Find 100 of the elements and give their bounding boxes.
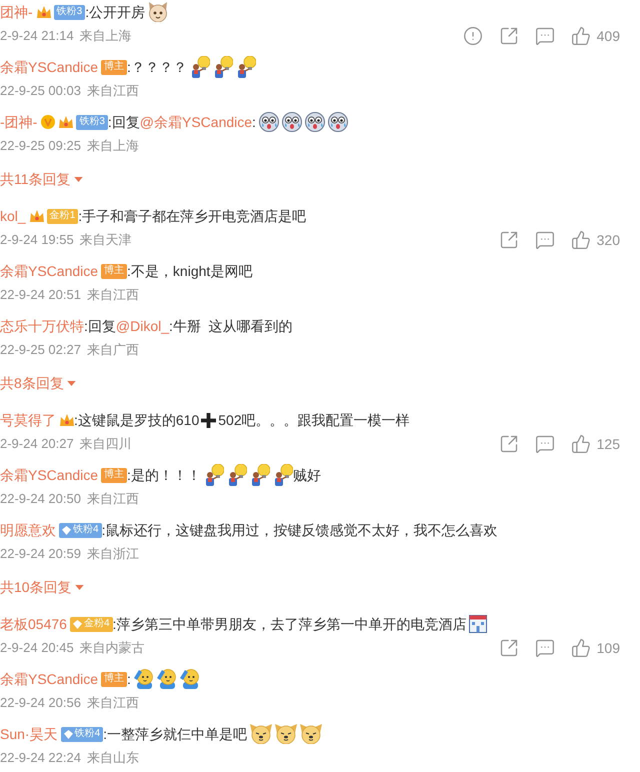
building-icon — [469, 615, 488, 633]
username-link[interactable]: 余霜YSCandice — [0, 56, 98, 78]
crown-icon — [60, 414, 74, 426]
like-button[interactable]: 409 — [570, 26, 620, 46]
comment-time: 2-9-24 20:27 — [0, 435, 74, 454]
comment-location: 来自天津 — [80, 231, 132, 250]
comment-location: 来自江西 — [86, 286, 139, 304]
lightbulb-figure-icon — [204, 464, 224, 486]
comment-text: : — [252, 112, 256, 132]
username-link[interactable]: 余霜YSCandice — [0, 668, 98, 690]
comment-button[interactable] — [534, 26, 555, 46]
username-link[interactable]: 态乐十万伏特 — [0, 316, 84, 336]
like-button[interactable]: 320 — [570, 230, 620, 250]
comment-time: 22-9-24 20:51 — [0, 286, 81, 304]
comment-button[interactable] — [534, 434, 555, 454]
username-link[interactable]: -团神- — [0, 112, 38, 132]
caret-down-icon — [66, 380, 76, 386]
like-button[interactable]: 109 — [570, 638, 620, 658]
diamond-icon — [64, 730, 73, 738]
diamond-icon — [62, 526, 71, 534]
comment-button[interactable] — [534, 230, 555, 250]
comment-time: 22-9-24 20:56 — [0, 694, 81, 712]
comment-text: :回复 — [84, 316, 116, 336]
thumbs-up-icon — [570, 230, 591, 250]
comment-location: 来自江西 — [86, 490, 139, 508]
comment-location: 来自内蒙古 — [80, 639, 145, 658]
crown-icon — [59, 116, 74, 128]
comment-text: :萍乡第三中单带男朋友，去了萍乡第一中单开的电竞酒店 — [112, 614, 466, 634]
crown-icon — [30, 210, 44, 222]
fan-badge: 铁粉3 — [76, 114, 108, 130]
share-button[interactable] — [498, 230, 519, 250]
fan-badge: 铁粉3 — [54, 4, 86, 20]
diamond-icon — [72, 620, 82, 628]
share-icon — [498, 26, 519, 46]
comment-text: :牛掰 这从哪看到的 — [169, 316, 293, 334]
report-button[interactable] — [462, 26, 483, 46]
comment-icon — [534, 434, 555, 454]
comment-text: :鼠标还行，这键盘我用过，按键反馈感觉不太好，我不怎么喜欢 — [102, 520, 498, 540]
lightbulb-figure-icon — [226, 464, 247, 486]
comment-text: :这键鼠是罗技的610 — [74, 410, 200, 430]
comment-location: 来自江西 — [86, 82, 139, 100]
more-replies-link[interactable]: 共10条回复 — [0, 575, 84, 599]
comment-time: 22-9-24 22:24 — [0, 749, 81, 768]
fan-level-text: 铁粉4 — [73, 525, 99, 535]
comment-location: 来自四川 — [80, 435, 132, 454]
comment-text: :是的！！！ — [127, 466, 201, 484]
more-replies-link[interactable]: 共11条回复 — [0, 167, 83, 191]
crying-face-icon — [328, 112, 348, 132]
mention-link[interactable]: @余霜YSCandice — [140, 112, 252, 132]
like-button[interactable]: 125 — [570, 434, 620, 454]
comment-location: 来自广西 — [86, 341, 139, 360]
comment-time: 2-9-24 19:55 — [0, 231, 74, 250]
more-replies-link[interactable]: 共8条回复 — [0, 371, 76, 395]
comment-text: 502吧。。。跟我配置一模一样 — [218, 410, 410, 430]
cat-face-icon — [148, 2, 168, 22]
thumbs-up-icon — [570, 26, 591, 46]
username-link[interactable]: Sun·昊天 — [0, 724, 58, 744]
comment-time: 2-9-24 20:45 — [0, 639, 74, 658]
thumbs-up-icon — [570, 434, 591, 454]
dog-face-icon — [300, 724, 322, 744]
caret-down-icon — [74, 176, 83, 182]
username-link[interactable]: 号莫得了 — [0, 410, 56, 430]
alert-icon — [462, 26, 483, 46]
comment-location: 来自上海 — [86, 137, 139, 156]
saluting-face-icon — [180, 669, 200, 689]
comment-text: :公开开房 — [85, 2, 146, 22]
dog-face-icon — [250, 724, 272, 744]
comment-location: 来自上海 — [80, 27, 132, 46]
share-button[interactable] — [498, 434, 519, 454]
comment-time: 2-9-24 21:14 — [0, 27, 74, 46]
share-button[interactable] — [498, 26, 519, 46]
saluting-face-icon — [156, 669, 177, 689]
fan-level-text: 铁粉4 — [74, 729, 100, 739]
comment-text: :一整萍乡就仨中单是吧 — [103, 724, 248, 744]
saluting-face-icon — [134, 669, 154, 689]
comment-button[interactable] — [534, 638, 555, 658]
comment-text: :回复 — [108, 112, 140, 132]
username-link[interactable]: 老板05476 — [0, 614, 67, 634]
crown-icon — [36, 6, 51, 18]
comment-location: 来自浙江 — [86, 545, 139, 564]
blogger-badge: 博主 — [101, 264, 128, 278]
username-link[interactable]: 明愿意欢 — [0, 520, 56, 540]
plus-icon — [201, 412, 216, 428]
username-link[interactable]: 余霜YSCandice — [0, 260, 98, 282]
comment-time: 22-9-25 09:25 — [0, 137, 81, 156]
comment-time: 22-9-24 20:59 — [0, 545, 81, 564]
mention-link[interactable]: @Dikol_ — [116, 316, 170, 336]
caret-down-icon — [74, 584, 84, 590]
share-button[interactable] — [498, 638, 519, 658]
lightbulb-figure-icon — [212, 56, 233, 78]
crying-face-icon — [304, 112, 325, 132]
username-link[interactable]: 余霜YSCandice — [0, 464, 98, 486]
username-link[interactable]: 团神- — [0, 2, 33, 22]
crying-face-icon — [282, 112, 302, 132]
username-link[interactable]: kol_ — [0, 206, 26, 226]
comment-text: : — [127, 670, 131, 688]
comment-text: :手子和膏子都在萍乡开电竞酒店是吧 — [78, 206, 306, 226]
blogger-badge: 博主 — [101, 672, 128, 686]
comment-text: :不是，knight是网吧 — [127, 262, 252, 281]
comment-time: 22-9-25 00:03 — [0, 82, 81, 100]
